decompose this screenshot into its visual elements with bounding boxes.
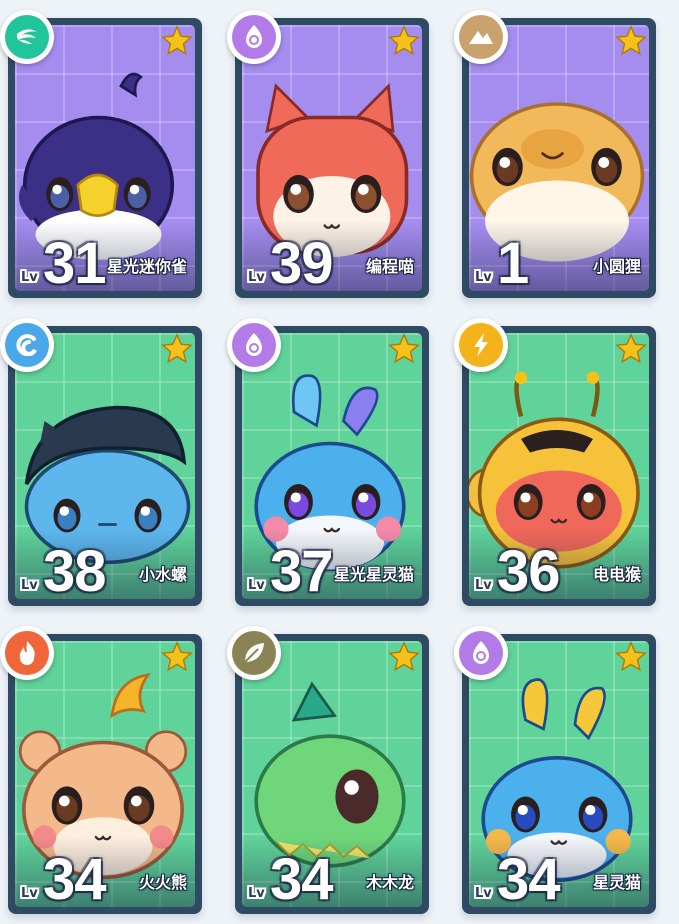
pet-level: 34 bbox=[270, 847, 334, 907]
pet-card-frame: Lv 34 火火熊 bbox=[15, 641, 195, 907]
pet-card-frame: Lv 37 星光星灵猫 bbox=[242, 333, 422, 599]
pet-card[interactable]: Lv 31 星光迷你雀 bbox=[0, 10, 202, 298]
water-element-icon bbox=[0, 318, 54, 372]
pet-name: 小水螺 bbox=[138, 565, 187, 584]
pet-card[interactable]: Lv 1 小圆狸 bbox=[454, 10, 656, 298]
pet-name: 星光星灵猫 bbox=[333, 565, 414, 584]
pet-card-frame: Lv 31 星光迷你雀 bbox=[15, 25, 195, 291]
level-prefix: Lv bbox=[475, 886, 492, 901]
level-prefix: Lv bbox=[475, 578, 492, 593]
wind-element-icon bbox=[0, 10, 54, 64]
star-element-icon bbox=[227, 10, 281, 64]
pet-card[interactable]: Lv 37 星光星灵猫 bbox=[227, 318, 429, 606]
pet-name: 星灵猫 bbox=[592, 873, 641, 892]
level-prefix: Lv bbox=[21, 578, 38, 593]
pet-card[interactable]: Lv 34 火火熊 bbox=[0, 626, 202, 914]
grass-element-icon bbox=[227, 626, 281, 680]
pet-level: 1 bbox=[497, 231, 529, 291]
pet-name: 小圆狸 bbox=[592, 257, 641, 276]
pet-card-grid: Lv 31 星光迷你雀 Lv 39 编程喵 Lv 1 小圆狸 Lv 38 小水螺… bbox=[0, 0, 679, 924]
pet-card-frame: Lv 38 小水螺 bbox=[15, 333, 195, 599]
pet-name: 木木龙 bbox=[365, 873, 414, 892]
star-element-icon bbox=[454, 626, 508, 680]
star-element-icon bbox=[227, 318, 281, 372]
star-icon bbox=[387, 24, 421, 58]
pet-card-frame: Lv 34 星灵猫 bbox=[469, 641, 649, 907]
star-icon bbox=[160, 24, 194, 58]
pet-card[interactable]: Lv 34 星灵猫 bbox=[454, 626, 656, 914]
pet-name: 电电猴 bbox=[592, 565, 641, 584]
pet-level: 34 bbox=[43, 847, 107, 907]
level-prefix: Lv bbox=[475, 270, 492, 285]
pet-level: 31 bbox=[43, 231, 107, 291]
pet-level: 34 bbox=[497, 847, 561, 907]
earth-element-icon bbox=[454, 10, 508, 64]
star-icon bbox=[387, 332, 421, 366]
pet-card-frame: Lv 34 木木龙 bbox=[242, 641, 422, 907]
pet-name: 星光迷你雀 bbox=[106, 257, 187, 276]
pet-card[interactable]: Lv 39 编程喵 bbox=[227, 10, 429, 298]
pet-card[interactable]: Lv 34 木木龙 bbox=[227, 626, 429, 914]
level-prefix: Lv bbox=[248, 578, 265, 593]
pet-level: 39 bbox=[270, 231, 334, 291]
level-prefix: Lv bbox=[248, 270, 265, 285]
pet-name: 编程喵 bbox=[365, 257, 414, 276]
fire-element-icon bbox=[0, 626, 54, 680]
pet-card[interactable]: Lv 36 电电猴 bbox=[454, 318, 656, 606]
pet-level: 38 bbox=[43, 539, 107, 599]
level-prefix: Lv bbox=[21, 886, 38, 901]
pet-level: 37 bbox=[270, 539, 334, 599]
level-prefix: Lv bbox=[21, 270, 38, 285]
pet-card-frame: Lv 1 小圆狸 bbox=[469, 25, 649, 291]
pet-card-frame: Lv 39 编程喵 bbox=[242, 25, 422, 291]
pet-name: 火火熊 bbox=[138, 873, 187, 892]
star-icon bbox=[614, 24, 648, 58]
pet-card-frame: Lv 36 电电猴 bbox=[469, 333, 649, 599]
star-icon bbox=[614, 640, 648, 674]
pet-level: 36 bbox=[497, 539, 561, 599]
star-icon bbox=[160, 640, 194, 674]
electric-element-icon bbox=[454, 318, 508, 372]
level-prefix: Lv bbox=[248, 886, 265, 901]
star-icon bbox=[614, 332, 648, 366]
star-icon bbox=[387, 640, 421, 674]
pet-card[interactable]: Lv 38 小水螺 bbox=[0, 318, 202, 606]
star-icon bbox=[160, 332, 194, 366]
